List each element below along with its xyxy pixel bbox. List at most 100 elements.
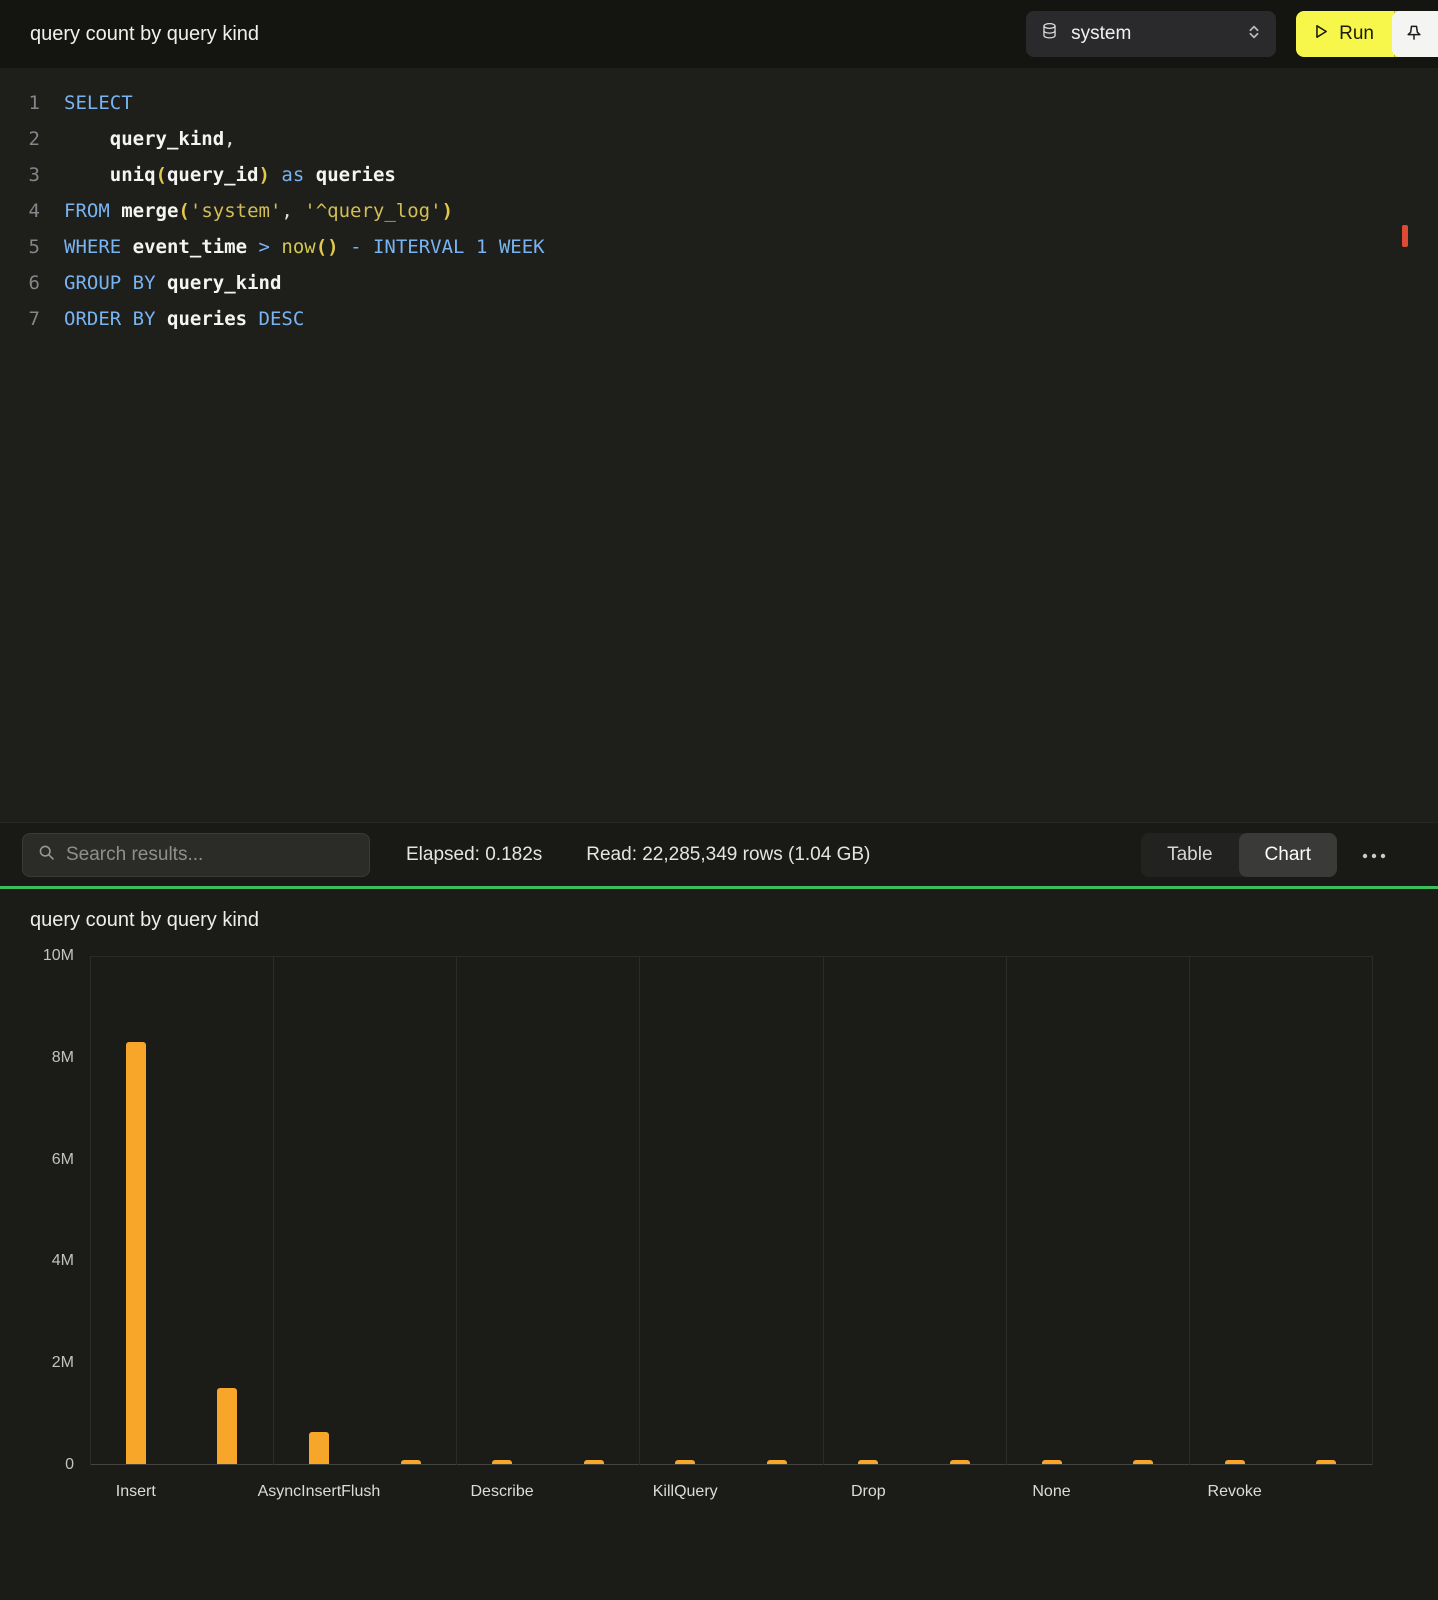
line-number: 2 [0,121,40,157]
bar [126,1042,146,1464]
code-token: FROM [64,200,110,222]
code-token [487,236,498,258]
gridline [456,956,457,1465]
gridline [273,956,274,1465]
results-toolbar: Elapsed: 0.182s Read: 22,285,349 rows (1… [0,822,1438,886]
search-results-input[interactable] [66,844,355,866]
code-token: queries [316,164,396,186]
code-token: merge [121,200,178,222]
code-token [339,236,350,258]
code-token [270,236,281,258]
x-axis-label: Describe [470,1483,533,1501]
code-line: 6GROUP BY query_kind [0,265,1438,301]
code-token [156,308,167,330]
code-text: WHERE event_time > now() - INTERVAL 1 WE… [64,229,545,265]
gridline [1006,956,1007,1465]
code-text: ORDER BY queries DESC [64,301,304,337]
code-token: ORDER [64,308,121,330]
code-token: now [281,236,315,258]
code-token: event_time [133,236,247,258]
search-box [22,833,370,877]
y-axis-label: 2M [4,1353,74,1373]
query-stats: Elapsed: 0.182s Read: 22,285,349 rows (1… [406,844,870,866]
bar [584,1460,604,1464]
topbar: query count by query kind system [0,0,1438,68]
plot-top-border [90,956,1372,957]
line-number: 3 [0,157,40,193]
code-token: INTERVAL [373,236,465,258]
code-token [465,236,476,258]
code-token [64,164,110,186]
search-icon [37,843,56,867]
code-token [156,272,167,294]
code-token [247,236,258,258]
code-token: - [350,236,361,258]
plot-area[interactable]: 02M4M6M8M10MInsertAsyncInsertFlushDescri… [90,956,1372,1465]
code-token: BY [133,308,156,330]
code-token: query_kind [110,128,224,150]
bar [401,1460,421,1464]
line-number: 5 [0,229,40,265]
x-axis-line [90,1464,1372,1465]
chart-view-button[interactable]: Chart [1239,833,1337,877]
more-options-button[interactable] [1358,839,1390,870]
code-line: 1SELECT [0,85,1438,121]
gridline [1189,956,1190,1465]
bar [492,1460,512,1464]
code-token [270,164,281,186]
database-selector-value: system [1071,23,1234,45]
chart-panel: query count by query kind 02M4M6M8M10MIn… [0,889,1438,1600]
code-text: query_kind, [64,121,236,157]
code-token: SELECT [64,92,133,114]
pin-icon [1404,23,1424,46]
code-token: query_kind [167,272,281,294]
y-axis-label: 6M [4,1150,74,1170]
updown-chevron-icon [1246,23,1262,46]
bar [767,1460,787,1464]
line-number: 7 [0,301,40,337]
code-token: ) [259,164,270,186]
y-axis-label: 8M [4,1048,74,1068]
run-button[interactable]: Run [1296,11,1394,57]
view-toggle: Table Chart [1141,833,1337,877]
code-token: '^query_log' [304,200,441,222]
code-token: ( [178,200,189,222]
scrollbar-error-marker [1402,225,1408,247]
y-axis-label: 0 [4,1455,74,1475]
bar [950,1460,970,1464]
play-icon [1312,23,1329,46]
code-token: ) [442,200,453,222]
bar [675,1460,695,1464]
bar [1316,1460,1336,1464]
code-token: 'system' [190,200,282,222]
x-axis-label: None [1032,1483,1070,1501]
code-token: queries [167,308,247,330]
code-token [121,308,132,330]
pin-button[interactable] [1392,11,1438,57]
code-text: uniq(query_id) as queries [64,157,396,193]
code-token [247,308,258,330]
database-selector[interactable]: system [1026,11,1276,57]
y-axis-label: 10M [4,946,74,966]
table-view-button[interactable]: Table [1141,833,1238,877]
run-button-label: Run [1339,23,1374,45]
code-token [121,236,132,258]
code-token: query_id [167,164,259,186]
code-token [362,236,373,258]
code-token: WHERE [64,236,121,258]
x-axis-label: AsyncInsertFlush [258,1483,381,1501]
code-lines: 1SELECT2 query_kind,3 uniq(query_id) as … [0,85,1438,337]
line-number: 6 [0,265,40,301]
read-stat: Read: 22,285,349 rows (1.04 GB) [586,844,870,866]
code-token: GROUP [64,272,121,294]
code-token: 1 [476,236,487,258]
chart-title: query count by query kind [30,909,259,932]
gridline [823,956,824,1465]
x-axis-label: KillQuery [653,1483,718,1501]
code-token: () [316,236,339,258]
code-line: 4FROM merge('system', '^query_log') [0,193,1438,229]
y-axis-label: 4M [4,1251,74,1271]
ellipsis-icon [1362,847,1386,862]
sql-editor[interactable]: 1SELECT2 query_kind,3 uniq(query_id) as … [0,68,1438,822]
code-line: 5 WHERE event_time > now() - INTERVAL 1 W… [0,229,1438,265]
